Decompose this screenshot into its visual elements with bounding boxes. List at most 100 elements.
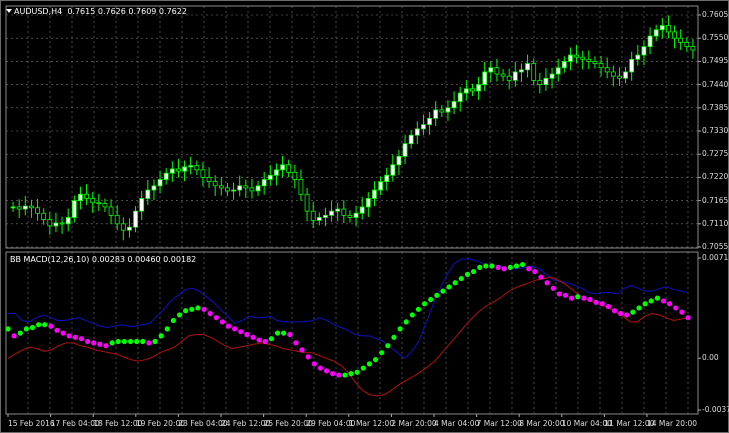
indicator-label: 0.00 — [702, 353, 719, 363]
candle-down — [586, 58, 592, 62]
macd-dot-down — [66, 333, 72, 339]
candle-up — [65, 217, 71, 225]
macd-dot-up — [470, 268, 477, 275]
candle-up — [451, 101, 457, 109]
candle-down — [347, 214, 353, 218]
candle-down — [598, 63, 604, 69]
macd-dot-down — [293, 340, 299, 346]
candle-down — [617, 75, 622, 79]
macd-dot-up — [183, 308, 189, 314]
time-label: 2 Mar 20:00 — [391, 419, 437, 428]
macd-dot-down — [599, 301, 605, 307]
macd-dot-up — [281, 330, 287, 336]
main-panel-title: AUDUSD,H4 0.7615 0.7626 0.7609 0.7622 — [14, 7, 187, 16]
macd-dot-up — [403, 319, 409, 325]
macd-dot-up — [421, 301, 428, 307]
macd-dot-up — [489, 263, 495, 269]
macd-dot-down — [91, 340, 97, 346]
macd-dot-up — [648, 298, 654, 304]
macd-dot-up — [109, 340, 115, 346]
candle-down — [678, 37, 684, 43]
macd-dot-down — [330, 371, 336, 377]
candle-down — [506, 75, 512, 81]
candle-up — [653, 29, 659, 37]
macd-dot-down — [624, 312, 630, 318]
macd-dot-up — [434, 292, 440, 298]
candle-up — [427, 117, 432, 126]
candle-up — [255, 185, 261, 192]
macd-dot-down — [311, 361, 317, 367]
macd-dot-down — [250, 334, 256, 340]
candle-up — [10, 206, 16, 209]
candle-down — [672, 31, 677, 39]
candle-up — [463, 88, 469, 94]
macd-dot-up — [483, 263, 489, 269]
candle-up — [22, 205, 28, 210]
price-label: 0.7220 — [702, 172, 729, 182]
candle-up — [157, 179, 163, 187]
candle-down — [580, 56, 586, 60]
candle-up — [359, 206, 365, 214]
macd-dot-down — [11, 333, 17, 339]
indicator-panel-title: BB MACD(12,26,10) 0.00283 0.00460 0.0018… — [10, 255, 197, 264]
candle-up — [396, 155, 402, 166]
macd-dot-up — [385, 343, 391, 349]
chart-canvas[interactable] — [0, 0, 729, 433]
candle-up — [408, 134, 414, 145]
candle-up — [316, 217, 322, 221]
candle-down — [16, 206, 22, 210]
macd-dot-down — [225, 323, 232, 329]
macd-dot-down — [54, 327, 60, 333]
macd-dot-up — [519, 261, 526, 268]
macd-dot-down — [305, 354, 311, 360]
macd-dot-up — [158, 333, 164, 339]
price-label: 0.7440 — [702, 79, 729, 89]
symbol-dropdown-icon[interactable] — [6, 9, 12, 13]
macd-dot-up — [176, 312, 183, 318]
macd-dot-down — [556, 291, 562, 297]
macd-dot-down — [323, 368, 330, 374]
candle-up — [384, 174, 390, 183]
candle-down — [176, 168, 181, 172]
candle-up — [145, 189, 151, 199]
candle-down — [96, 202, 102, 205]
candle-up — [390, 164, 396, 176]
macd-dot-down — [562, 292, 569, 298]
macd-dot-up — [5, 326, 11, 332]
macd-dot-down — [207, 310, 213, 317]
candle-down — [206, 176, 212, 183]
macd-dot-up — [164, 326, 170, 332]
macd-dot-down — [618, 310, 624, 317]
candle-up — [231, 189, 236, 192]
macd-dot-down — [495, 264, 501, 270]
candle-up — [402, 143, 408, 157]
time-label: 14 Mar 20:00 — [647, 419, 698, 428]
candle-up — [267, 174, 273, 180]
candle-down — [298, 179, 304, 195]
macd-dot-down — [238, 329, 244, 335]
macd-dot-down — [544, 280, 550, 286]
price-label: 0.7605 — [702, 10, 729, 19]
macd-dot-up — [274, 330, 281, 336]
candle-down — [200, 169, 206, 178]
candle-down — [500, 73, 506, 77]
candle-down — [194, 165, 200, 171]
macd-dot-up — [354, 369, 360, 375]
macd-dot-down — [262, 338, 268, 345]
macd-dot-down — [336, 372, 342, 378]
macd-dot-up — [152, 338, 158, 345]
price-label: 0.7550 — [702, 33, 729, 43]
macd-dot-down — [48, 323, 54, 329]
macd-dot-up — [36, 322, 42, 328]
candle-down — [114, 214, 120, 225]
macd-dot-up — [575, 294, 581, 300]
signal-line — [7, 276, 689, 397]
candle-up — [414, 128, 420, 136]
candle-up — [445, 107, 451, 113]
candle-up — [274, 169, 279, 176]
candle-up — [457, 92, 463, 102]
macd-dot-up — [134, 338, 140, 345]
macd-dot-up — [446, 284, 452, 290]
candle-up — [133, 210, 138, 228]
candle-down — [243, 185, 249, 189]
